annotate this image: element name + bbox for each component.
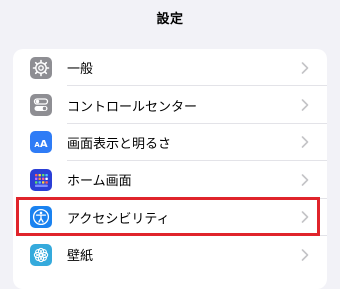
settings-item-accessibility[interactable]: アクセシビリティ: [13, 199, 327, 236]
settings-item-label: アクセシビリティ: [67, 211, 170, 227]
page-title: 設定: [156, 11, 184, 27]
settings-item-home-screen[interactable]: ホーム画面: [13, 161, 327, 199]
home-screen-icon: [30, 168, 52, 191]
gear-icon: [30, 56, 52, 79]
chevron-right-icon: [301, 248, 309, 261]
settings-item-wallpaper[interactable]: 壁紙: [13, 236, 327, 273]
chevron-right-icon: [301, 61, 309, 74]
display-brightness-icon: AA: [30, 131, 52, 154]
chevron-right-icon: [301, 136, 309, 149]
chevron-right-icon: [301, 99, 309, 111]
settings-item-label: 画面表示と明るさ: [67, 136, 172, 152]
chevron-right-icon: [301, 211, 309, 224]
settings-item-label: 壁紙: [67, 249, 94, 265]
settings-item-label: ホーム画面: [67, 174, 132, 190]
wallpaper-icon: [30, 243, 52, 266]
settings-item-general[interactable]: 一般: [13, 49, 327, 87]
settings-item-display-brightness[interactable]: AA 画面表示と明るさ: [13, 124, 327, 162]
chevron-right-icon: [301, 174, 309, 186]
accessibility-icon: [30, 206, 52, 229]
settings-item-control-center[interactable]: コントロールセンター: [13, 86, 327, 124]
toggles-icon: [30, 94, 52, 117]
settings-item-label: 一般: [67, 62, 94, 78]
settings-item-label: コントロールセンター: [67, 99, 198, 115]
settings-list: 一般 コントロールセンター AA 画面表示と明るさ ホーム画面 アクセシビリティ…: [13, 49, 327, 289]
navigation-bar: 設定: [0, 0, 340, 34]
